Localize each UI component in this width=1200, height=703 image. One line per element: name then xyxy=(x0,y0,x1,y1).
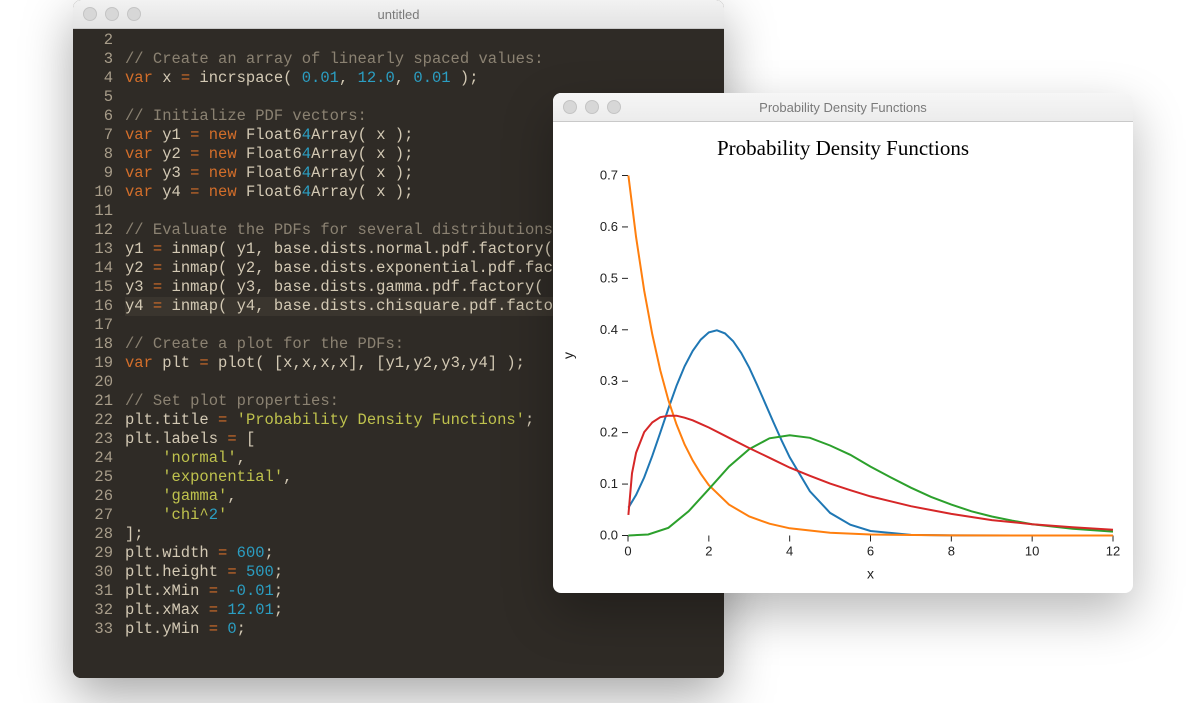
series-normal xyxy=(628,330,1113,535)
svg-text:0.0: 0.0 xyxy=(600,528,618,543)
code-line[interactable]: var x = incrspace( 0.01, 12.0, 0.01 ); xyxy=(125,69,562,88)
code-line[interactable]: // Initialize PDF vectors: xyxy=(125,107,562,126)
code-line[interactable]: y1 = inmap( y1, base.dists.normal.pdf.fa… xyxy=(125,240,562,259)
code-line[interactable]: var y2 = new Float64Array( x ); xyxy=(125,145,562,164)
series-gamma xyxy=(628,435,1113,535)
code-line[interactable]: 'normal', xyxy=(125,449,562,468)
chart-title: Probability Density Functions xyxy=(553,136,1133,161)
series-exponential xyxy=(628,176,1113,536)
maximize-icon[interactable] xyxy=(607,100,621,114)
svg-text:0: 0 xyxy=(624,544,631,559)
svg-text:8: 8 xyxy=(948,544,955,559)
editor-titlebar[interactable]: untitled xyxy=(73,0,724,29)
code-line[interactable]: ]; xyxy=(125,525,562,544)
svg-text:0.1: 0.1 xyxy=(600,476,618,491)
svg-text:0.2: 0.2 xyxy=(600,425,618,440)
close-icon[interactable] xyxy=(563,100,577,114)
code-line[interactable]: var y4 = new Float64Array( x ); xyxy=(125,183,562,202)
code-line[interactable]: // Create a plot for the PDFs: xyxy=(125,335,562,354)
code-line[interactable]: 'exponential', xyxy=(125,468,562,487)
svg-text:0.6: 0.6 xyxy=(600,219,618,234)
svg-text:0.4: 0.4 xyxy=(600,322,618,337)
minimize-icon[interactable] xyxy=(105,7,119,21)
svg-text:0.5: 0.5 xyxy=(600,270,618,285)
code-line[interactable]: plt.xMax = 12.01; xyxy=(125,601,562,620)
editor-code[interactable]: // Create an array of linearly spaced va… xyxy=(121,29,562,678)
code-line[interactable]: y2 = inmap( y2, base.dists.exponential.p… xyxy=(125,259,562,278)
code-line[interactable]: y3 = inmap( y3, base.dists.gamma.pdf.fac… xyxy=(125,278,562,297)
code-line[interactable] xyxy=(125,316,562,335)
svg-text:4: 4 xyxy=(786,544,793,559)
code-line[interactable]: var y1 = new Float64Array( x ); xyxy=(125,126,562,145)
code-line[interactable] xyxy=(125,31,562,50)
editor-title: untitled xyxy=(73,7,724,22)
chart-titlebar[interactable]: Probability Density Functions xyxy=(553,93,1133,122)
code-line[interactable]: plt.xMin = -0.01; xyxy=(125,582,562,601)
chart-window: Probability Density Functions Probabilit… xyxy=(553,93,1133,593)
svg-text:0.7: 0.7 xyxy=(600,168,618,183)
code-line[interactable]: plt.height = 500; xyxy=(125,563,562,582)
y-axis-label: y xyxy=(560,352,576,359)
code-line[interactable]: // Create an array of linearly spaced va… xyxy=(125,50,562,69)
svg-text:10: 10 xyxy=(1025,544,1039,559)
chart-window-title: Probability Density Functions xyxy=(553,100,1133,115)
svg-text:12: 12 xyxy=(1106,544,1120,559)
code-line[interactable]: plt.title = 'Probability Density Functio… xyxy=(125,411,562,430)
svg-text:0.3: 0.3 xyxy=(600,373,618,388)
code-line[interactable]: var y3 = new Float64Array( x ); xyxy=(125,164,562,183)
x-axis-label: x xyxy=(867,566,874,582)
code-line[interactable]: // Set plot properties: xyxy=(125,392,562,411)
code-line[interactable] xyxy=(125,88,562,107)
code-line[interactable]: plt.yMin = 0; xyxy=(125,620,562,639)
maximize-icon[interactable] xyxy=(127,7,141,21)
svg-text:6: 6 xyxy=(867,544,874,559)
code-line[interactable]: y4 = inmap( y4, base.dists.chisquare.pdf… xyxy=(125,297,562,316)
code-line[interactable]: 'chi^2' xyxy=(125,506,562,525)
code-line[interactable]: plt.labels = [ xyxy=(125,430,562,449)
minimize-icon[interactable] xyxy=(585,100,599,114)
code-line[interactable] xyxy=(125,202,562,221)
chart-plot: 0.0 0.1 0.2 0.3 0.4 0.5 0.6 0.7 0 2 4 6 8 10 12 x y xyxy=(553,167,1133,593)
code-line[interactable] xyxy=(125,373,562,392)
code-line[interactable]: var plt = plot( [x,x,x,x], [y1,y2,y3,y4]… xyxy=(125,354,562,373)
close-icon[interactable] xyxy=(83,7,97,21)
code-line[interactable]: // Evaluate the PDFs for several distrib… xyxy=(125,221,562,240)
code-line[interactable]: plt.width = 600; xyxy=(125,544,562,563)
code-line[interactable]: 'gamma', xyxy=(125,487,562,506)
editor-gutter: 2345678910111213141516171819202122232425… xyxy=(73,29,121,678)
svg-text:2: 2 xyxy=(705,544,712,559)
